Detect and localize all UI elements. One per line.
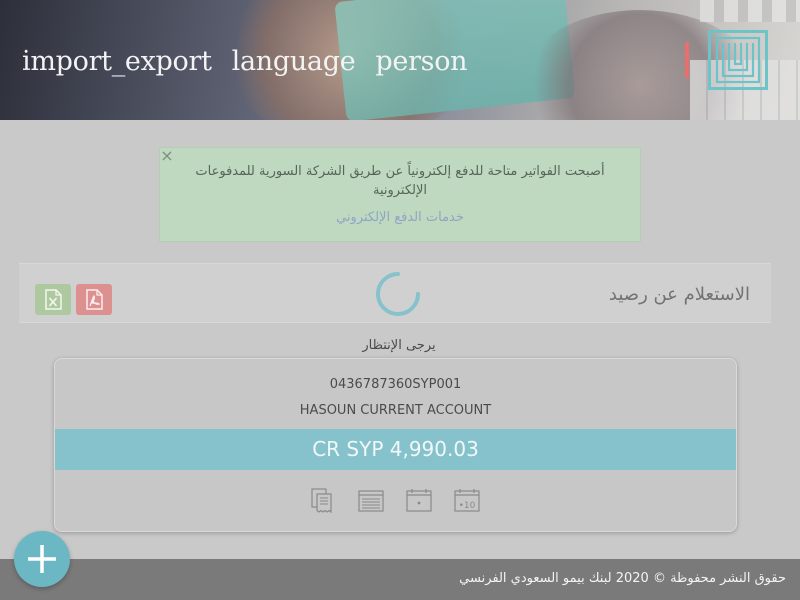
banner-image-keyboard-top xyxy=(700,0,800,22)
svg-text:•10: •10 xyxy=(459,501,476,511)
header-banner: import_export language person xyxy=(0,0,800,120)
account-balance: CR SYP 4,990.03 xyxy=(55,429,736,470)
alert-message: أصبحت الفواتير متاحة للدفع إلكترونياً عن… xyxy=(195,164,605,198)
header-divider xyxy=(685,42,689,78)
pdf-icon xyxy=(86,289,103,310)
bank-logo[interactable] xyxy=(708,30,768,90)
footer: حقوق النشر محفوظة © 2020 لبنك بيمو السعو… xyxy=(0,559,800,600)
language-icon[interactable]: language xyxy=(232,46,356,77)
panel-header: الاستعلام عن رصيد xyxy=(19,263,771,323)
export-excel-button[interactable] xyxy=(35,284,71,315)
balance-panel: الاستعلام عن رصيد يرجى الإنتظار 04367873… xyxy=(19,263,771,563)
export-pdf-button[interactable] xyxy=(76,284,112,315)
panel-title: الاستعلام عن رصيد xyxy=(608,284,750,305)
electronic-payment-link[interactable]: خدمات الدفع الإلكتروني xyxy=(160,208,640,227)
close-icon[interactable]: × xyxy=(160,148,174,164)
account-actions: •10 xyxy=(310,487,480,515)
cheque-icon[interactable]: •10 xyxy=(454,487,480,515)
copyright-text: حقوق النشر محفوظة © 2020 لبنك بيمو السعو… xyxy=(459,571,786,586)
person-icon[interactable]: person xyxy=(375,46,467,77)
statement-icon[interactable] xyxy=(358,487,384,515)
excel-icon xyxy=(45,289,62,310)
info-alert: × أصبحت الفواتير متاحة للدفع إلكترونياً … xyxy=(159,147,641,242)
receipt-icon[interactable] xyxy=(310,487,336,515)
please-wait-text: يرجى الإنتظار xyxy=(362,338,436,353)
account-name: HASOUN CURRENT ACCOUNT xyxy=(299,403,492,418)
header-nav: import_export language person xyxy=(22,46,468,77)
account-card[interactable]: 0436787360SYP001 HASOUN CURRENT ACCOUNT … xyxy=(54,358,737,532)
import-export-icon[interactable]: import_export xyxy=(22,46,212,77)
account-number: 0436787360SYP001 xyxy=(329,377,462,392)
add-button[interactable] xyxy=(14,531,70,587)
calendar-icon[interactable] xyxy=(406,487,432,515)
loading-spinner xyxy=(376,272,420,316)
plus-icon xyxy=(28,545,56,573)
